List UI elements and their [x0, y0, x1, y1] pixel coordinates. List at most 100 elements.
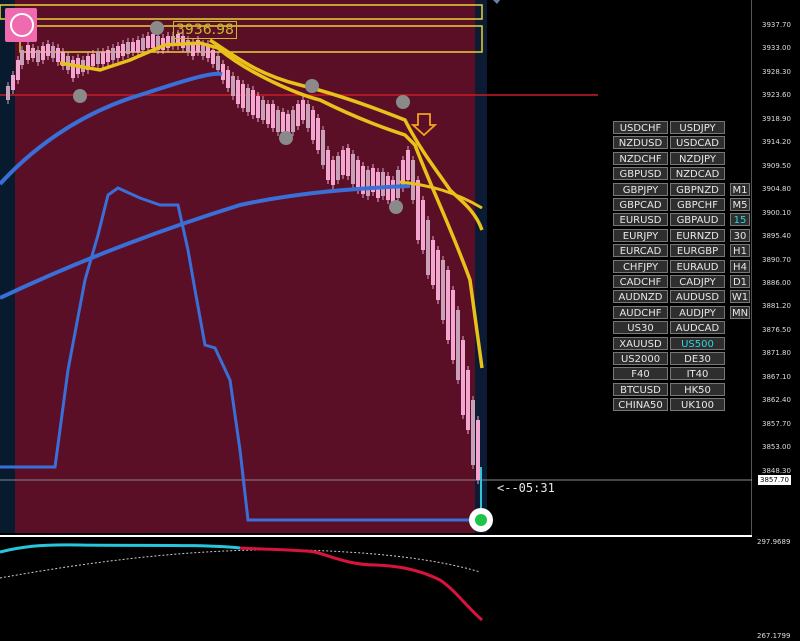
candle-body — [266, 104, 270, 124]
candle-body — [396, 170, 400, 198]
price-tick-label: 3937.70 — [762, 21, 791, 29]
swing-marker — [279, 131, 293, 145]
timeframe-button-h1[interactable]: H1 — [730, 244, 750, 258]
price-tick-label: 3871.80 — [762, 349, 791, 358]
symbol-button-eurgbp[interactable]: EURGBP — [670, 244, 725, 258]
symbol-button-eurcad[interactable]: EURCAD — [613, 244, 668, 258]
candle-body — [426, 220, 430, 275]
candle-body — [71, 60, 75, 78]
candle-body — [236, 80, 240, 104]
candle-body — [186, 40, 190, 52]
price-tick-label: 3923.60 — [762, 91, 791, 100]
symbol-button-china50[interactable]: CHINA50 — [613, 398, 668, 412]
price-tick-label: 3881.20 — [762, 302, 791, 311]
bearish-zone — [15, 0, 475, 533]
candle-body — [321, 130, 325, 165]
price-tick-label: 3918.90 — [762, 114, 791, 123]
symbol-button-usdjpy[interactable]: USDJPY — [670, 121, 725, 134]
candle-body — [136, 40, 140, 52]
price-tick-label: 3914.20 — [762, 138, 791, 147]
symbol-button-cadchf[interactable]: CADCHF — [613, 275, 668, 288]
timeframe-button-d1[interactable]: D1 — [730, 275, 750, 288]
symbol-button-gbpjpy[interactable]: GBPJPY — [613, 182, 668, 196]
sub-axis-top: 297.9689 — [757, 538, 791, 546]
price-tick-label: 3848.30 — [762, 466, 791, 475]
symbol-button-f40[interactable]: F40 — [613, 367, 668, 381]
candle-body — [101, 52, 105, 64]
symbol-button-uk100[interactable]: UK100 — [670, 398, 725, 412]
candle-body — [421, 200, 425, 250]
timeframe-button-h4[interactable]: H4 — [730, 259, 750, 273]
candle-body — [351, 154, 355, 184]
price-tick-label: 3909.50 — [762, 161, 791, 170]
timeframe-button-w1[interactable]: W1 — [730, 290, 750, 304]
symbol-button-usdchf[interactable]: USDCHF — [613, 121, 668, 134]
indicator-logo-icon[interactable] — [5, 8, 37, 42]
candle-body — [276, 110, 280, 132]
symbol-button-cadjpy[interactable]: CADJPY — [670, 275, 725, 288]
candle-body — [301, 100, 305, 120]
symbol-button-gbpusd[interactable]: GBPUSD — [613, 167, 668, 181]
candle-body — [461, 340, 465, 415]
sub-axis-bottom: 267.1799 — [757, 632, 791, 640]
candle-body — [411, 160, 415, 200]
candle-body — [96, 52, 100, 64]
symbol-button-us500[interactable]: US500 — [670, 336, 725, 350]
timeframe-button-m1[interactable]: M1 — [730, 182, 750, 196]
symbol-button-nzdchf[interactable]: NZDCHF — [613, 151, 668, 165]
symbol-button-hk50[interactable]: HK50 — [670, 382, 725, 396]
symbol-button-gbpchf[interactable]: GBPCHF — [670, 198, 725, 211]
symbol-button-de30[interactable]: DE30 — [670, 352, 725, 365]
symbol-button-us2000[interactable]: US2000 — [613, 352, 668, 365]
candle-body — [51, 46, 55, 58]
symbol-button-chfjpy[interactable]: CHFJPY — [613, 259, 668, 273]
candle-body — [336, 156, 340, 180]
swing-marker — [73, 89, 87, 103]
candle-body — [471, 400, 475, 465]
symbol-button-audcad[interactable]: AUDCAD — [670, 321, 725, 335]
timeframe-button-m5[interactable]: M5 — [730, 198, 750, 211]
symbol-button-nzdcad[interactable]: NZDCAD — [670, 167, 725, 181]
symbol-button-euraud[interactable]: EURAUD — [670, 259, 725, 273]
symbol-button-eurjpy[interactable]: EURJPY — [613, 228, 668, 242]
price-axis[interactable]: 3937.70 3933.00 3928.30 3923.60 3918.90 3914.… — [752, 0, 800, 535]
pane-divider[interactable] — [0, 535, 752, 537]
candle-body — [216, 56, 220, 70]
timeframe-button-30[interactable]: 30 — [730, 228, 750, 242]
symbol-button-eurusd[interactable]: EURUSD — [613, 213, 668, 227]
symbol-button-btcusd[interactable]: BTCUSD — [613, 382, 668, 396]
swing-marker — [305, 79, 319, 93]
candle-body — [111, 48, 115, 60]
symbol-button-nzdusd[interactable]: NZDUSD — [613, 136, 668, 150]
candle-body — [306, 104, 310, 128]
price-tick-label: 3862.40 — [762, 396, 791, 405]
candle-body — [131, 42, 135, 52]
symbol-button-usdcad[interactable]: USDCAD — [670, 136, 725, 150]
candle-body — [141, 38, 145, 50]
symbol-button-xauusd[interactable]: XAUUSD — [613, 336, 668, 350]
symbol-button-audusd[interactable]: AUDUSD — [670, 290, 725, 304]
symbol-button-gbpcad[interactable]: GBPCAD — [613, 198, 668, 211]
symbol-button-it40[interactable]: IT40 — [670, 367, 725, 381]
price-tick-label: 3886.00 — [762, 278, 791, 287]
symbol-button-audnzd[interactable]: AUDNZD — [613, 290, 668, 304]
candle-body — [56, 48, 60, 62]
candle-body — [241, 84, 245, 108]
timeframe-button-15[interactable]: 15 — [730, 213, 750, 227]
level-price-label: 3936.98 — [173, 21, 237, 39]
symbol-button-audjpy[interactable]: AUDJPY — [670, 305, 725, 319]
symbol-button-audchf[interactable]: AUDCHF — [613, 305, 668, 319]
candle-body — [296, 104, 300, 126]
symbol-button-gbpnzd[interactable]: GBPNZD — [670, 182, 725, 196]
symbol-button-eurnzd[interactable]: EURNZD — [670, 228, 725, 242]
symbol-button-us30[interactable]: US30 — [613, 321, 668, 335]
candle-body — [231, 76, 235, 96]
symbol-button-nzdjpy[interactable]: NZDJPY — [670, 151, 725, 165]
candle-body — [261, 100, 265, 120]
candle-body — [31, 48, 35, 58]
symbol-button-gbpaud[interactable]: GBPAUD — [670, 213, 725, 227]
price-tick-label: 3904.80 — [762, 185, 791, 194]
candle-body — [126, 42, 130, 54]
candle-body — [331, 160, 335, 185]
timeframe-button-mn[interactable]: MN — [730, 305, 750, 319]
